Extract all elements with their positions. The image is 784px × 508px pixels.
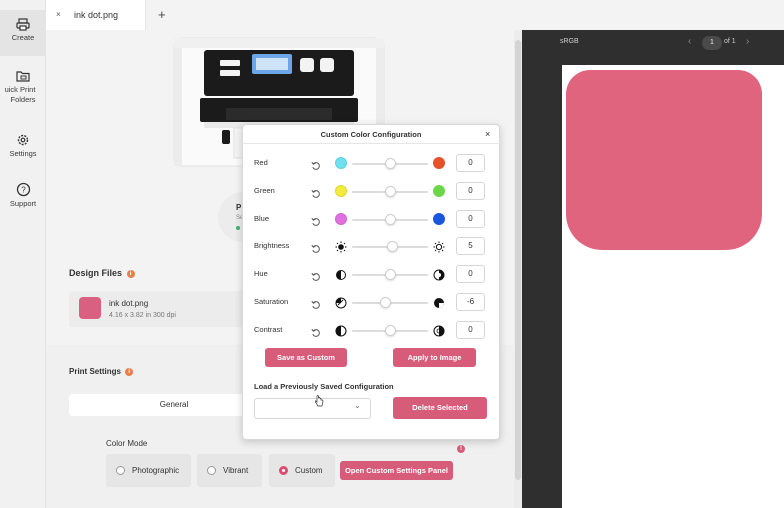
contrast-high-icon [433, 324, 445, 337]
hue-left-icon [335, 268, 347, 280]
reset-icon[interactable] [311, 297, 321, 309]
brightness-value-input[interactable]: 5 [456, 237, 485, 255]
sidebar-item-create[interactable]: Create [0, 10, 46, 56]
sun-outline-icon [433, 240, 445, 253]
red-high-swatch-icon [433, 157, 445, 169]
gear-icon [17, 134, 29, 146]
delete-selected-button[interactable]: Delete Selected [393, 397, 487, 419]
prev-page-button[interactable]: ‹ [688, 36, 691, 47]
saturation-label: Saturation [254, 297, 289, 306]
contrast-slider-thumb[interactable] [385, 325, 396, 336]
dialog-title: Custom Color Configuration [320, 130, 422, 139]
radio-icon [207, 466, 216, 475]
red-slider-thumb[interactable] [385, 158, 396, 169]
radio-label: Photographic [132, 466, 180, 475]
color-mode-label: Color Mode [106, 439, 148, 448]
tab-close-icon[interactable]: × [56, 10, 61, 19]
help-icon: ? [16, 182, 30, 197]
sidebar-item-label: Settings [9, 149, 37, 158]
hue-slider-thumb[interactable] [385, 269, 396, 280]
saturation-low-icon [335, 296, 347, 309]
printer-icon [16, 18, 30, 31]
scrollbar-thumb[interactable] [515, 40, 521, 480]
blue-slider-thumb[interactable] [385, 214, 396, 225]
printer-status-title: P [236, 203, 242, 212]
contrast-label: Contrast [254, 325, 283, 334]
sidebar-item-label-2: Folders [10, 95, 36, 104]
preview-design-shape [566, 70, 762, 250]
page-number-input[interactable]: 1 [702, 36, 722, 50]
green-high-swatch-icon [433, 185, 445, 197]
sun-filled-icon [335, 240, 347, 253]
radio-selected-icon [279, 466, 288, 475]
saturation-high-icon [433, 296, 445, 308]
print-settings-title: Print Settings i [69, 367, 134, 376]
sidebar-item-settings[interactable]: Settings [0, 133, 46, 163]
design-file-thumbnail [79, 297, 101, 319]
next-page-button[interactable]: › [746, 36, 749, 47]
reset-icon[interactable] [311, 214, 321, 226]
green-slider-thumb[interactable] [385, 186, 396, 197]
sidebar-item-label: uick Print [4, 85, 36, 94]
tab-ink-dot[interactable]: × ink dot.png [46, 0, 146, 30]
green-label: Green [254, 186, 275, 195]
reset-icon[interactable] [311, 241, 321, 253]
blue-value-input[interactable]: 0 [456, 210, 485, 228]
folder-print-icon [16, 71, 30, 82]
design-file-meta: 4.16 x 3.82 in 300 dpi [109, 312, 176, 319]
blue-label: Blue [254, 214, 270, 223]
design-file-name: ink dot.png [109, 299, 149, 308]
radio-label: Vibrant [223, 466, 249, 475]
save-as-custom-button[interactable]: Save as Custom [265, 348, 347, 367]
sidebar-item-label: Create [11, 33, 35, 42]
new-tab-button[interactable]: + [158, 7, 166, 22]
color-mode-custom[interactable]: Custom [269, 454, 335, 487]
hue-value-input[interactable]: 0 [456, 265, 485, 283]
info-icon[interactable]: i [126, 270, 135, 278]
green-value-input[interactable]: 0 [456, 182, 485, 200]
sidebar-item-quick-print-folders[interactable]: uick Print Folders [0, 70, 46, 112]
close-icon[interactable]: × [485, 129, 490, 139]
info-icon[interactable]: i [125, 368, 134, 376]
red-label: Red [254, 158, 268, 167]
tab-label: ink dot.png [74, 10, 119, 20]
saturation-value-input[interactable]: -6 [456, 293, 485, 311]
contrast-low-icon [335, 324, 347, 337]
warning-icon: ! [455, 438, 465, 456]
tab-bar [46, 0, 784, 30]
svg-text:?: ? [21, 186, 26, 195]
page-count: of 1 [724, 38, 736, 45]
design-files-title: Design Files i [69, 268, 135, 278]
mouse-cursor-icon [314, 395, 324, 407]
brightness-label: Brightness [254, 241, 290, 250]
blue-low-swatch-icon [335, 213, 347, 225]
color-mode-vibrant[interactable]: Vibrant [197, 454, 262, 487]
hue-label: Hue [254, 269, 268, 278]
printer-status-dot [236, 226, 240, 230]
color-profile-label: sRGB [560, 38, 579, 45]
reset-icon[interactable] [311, 325, 321, 337]
red-low-swatch-icon [335, 157, 347, 169]
contrast-value-input[interactable]: 0 [456, 321, 485, 339]
sidebar-item-support[interactable]: ? Support [0, 182, 46, 212]
radio-label: Custom [295, 466, 323, 475]
load-config-label: Load a Previously Saved Configuration [254, 382, 394, 391]
chevron-down-icon: ⌄ [354, 401, 361, 410]
open-custom-settings-button[interactable]: Open Custom Settings Panel [340, 461, 453, 480]
hue-right-icon [433, 268, 445, 281]
reset-icon[interactable] [311, 269, 321, 281]
dialog-divider [242, 143, 500, 144]
reset-icon[interactable] [311, 158, 321, 170]
sidebar-item-label: Support [9, 199, 37, 208]
brightness-slider-thumb[interactable] [387, 241, 398, 252]
blue-high-swatch-icon [433, 213, 445, 225]
reset-icon[interactable] [311, 186, 321, 198]
color-mode-photographic[interactable]: Photographic [106, 454, 191, 487]
red-value-input[interactable]: 0 [456, 154, 485, 172]
green-low-swatch-icon [335, 185, 347, 197]
radio-icon [116, 466, 125, 475]
saturation-slider-thumb[interactable] [380, 297, 391, 308]
apply-to-image-button[interactable]: Apply to Image [393, 348, 476, 367]
